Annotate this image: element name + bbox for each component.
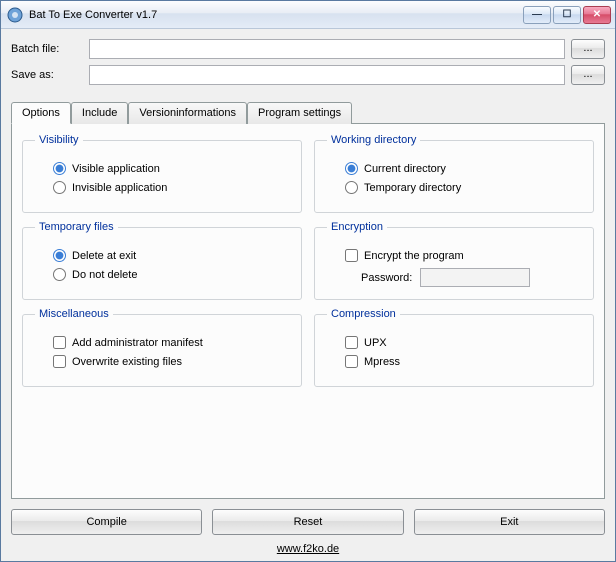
compile-button[interactable]: Compile [11, 509, 202, 535]
check-encrypt-label: Encrypt the program [364, 250, 464, 262]
radio-delete-exit[interactable] [53, 249, 66, 262]
tabstrip: Options Include Versioninformations Prog… [11, 101, 605, 123]
group-tempfiles: Temporary files Delete at exit Do not de… [22, 221, 302, 300]
radio-keep-row[interactable]: Do not delete [53, 268, 289, 281]
titlebar[interactable]: Bat To Exe Converter v1.7 — ☐ ✕ [1, 1, 615, 29]
radio-visible-label: Visible application [72, 163, 160, 175]
radio-delete-exit-label: Delete at exit [72, 250, 136, 262]
radio-invisible[interactable] [53, 181, 66, 194]
client-area: Batch file: ... Save as: ... Options Inc… [1, 29, 615, 561]
batch-file-input[interactable] [89, 39, 565, 59]
app-window: Bat To Exe Converter v1.7 — ☐ ✕ Batch fi… [0, 0, 616, 562]
group-visibility: Visibility Visible application Invisible… [22, 134, 302, 213]
tab-program-settings[interactable]: Program settings [247, 102, 352, 124]
check-encrypt[interactable] [345, 249, 358, 262]
check-mpress-label: Mpress [364, 356, 400, 368]
check-overwrite-row[interactable]: Overwrite existing files [53, 355, 289, 368]
legend-tempfiles: Temporary files [35, 221, 118, 233]
bottom-buttons: Compile Reset Exit [11, 509, 605, 535]
radio-visible[interactable] [53, 162, 66, 175]
legend-misc: Miscellaneous [35, 308, 113, 320]
tabpanel-options: Visibility Visible application Invisible… [11, 123, 605, 499]
legend-visibility: Visibility [35, 134, 83, 146]
check-admin-label: Add administrator manifest [72, 337, 203, 349]
footer: www.f2ko.de [11, 543, 605, 555]
check-overwrite[interactable] [53, 355, 66, 368]
group-workdir: Working directory Current directory Temp… [314, 134, 594, 213]
radio-invisible-label: Invisible application [72, 182, 167, 194]
exit-button[interactable]: Exit [414, 509, 605, 535]
tab-versioninfo[interactable]: Versioninformations [128, 102, 247, 124]
radio-visible-row[interactable]: Visible application [53, 162, 289, 175]
app-icon [7, 7, 23, 23]
batch-file-browse-button[interactable]: ... [571, 39, 605, 59]
legend-compression: Compression [327, 308, 400, 320]
check-mpress-row[interactable]: Mpress [345, 355, 581, 368]
minimize-icon: — [532, 10, 542, 20]
check-encrypt-row[interactable]: Encrypt the program [345, 249, 581, 262]
save-as-browse-button[interactable]: ... [571, 65, 605, 85]
radio-current-dir-row[interactable]: Current directory [345, 162, 581, 175]
check-upx-label: UPX [364, 337, 387, 349]
check-mpress[interactable] [345, 355, 358, 368]
batch-file-label: Batch file: [11, 43, 89, 55]
tab-options[interactable]: Options [11, 102, 71, 124]
check-admin[interactable] [53, 336, 66, 349]
legend-encryption: Encryption [327, 221, 387, 233]
legend-workdir: Working directory [327, 134, 420, 146]
save-as-label: Save as: [11, 69, 89, 81]
password-input[interactable] [420, 268, 530, 287]
check-upx-row[interactable]: UPX [345, 336, 581, 349]
minimize-button[interactable]: — [523, 6, 551, 24]
check-upx[interactable] [345, 336, 358, 349]
radio-invisible-row[interactable]: Invisible application [53, 181, 289, 194]
radio-delete-exit-row[interactable]: Delete at exit [53, 249, 289, 262]
check-admin-row[interactable]: Add administrator manifest [53, 336, 289, 349]
group-misc: Miscellaneous Add administrator manifest… [22, 308, 302, 387]
maximize-icon: ☐ [563, 10, 572, 20]
group-encryption: Encryption Encrypt the program Password: [314, 221, 594, 300]
window-title: Bat To Exe Converter v1.7 [29, 9, 523, 21]
check-overwrite-label: Overwrite existing files [72, 356, 182, 368]
window-controls: — ☐ ✕ [523, 6, 611, 24]
tab-include[interactable]: Include [71, 102, 128, 124]
radio-temp-dir-label: Temporary directory [364, 182, 461, 194]
close-button[interactable]: ✕ [583, 6, 611, 24]
save-as-input[interactable] [89, 65, 565, 85]
password-row: Password: [361, 268, 581, 287]
save-as-row: Save as: ... [11, 65, 605, 85]
footer-link[interactable]: www.f2ko.de [277, 543, 339, 555]
radio-current-dir-label: Current directory [364, 163, 446, 175]
radio-keep[interactable] [53, 268, 66, 281]
radio-keep-label: Do not delete [72, 269, 137, 281]
password-label: Password: [361, 272, 412, 284]
radio-current-dir[interactable] [345, 162, 358, 175]
maximize-button[interactable]: ☐ [553, 6, 581, 24]
radio-temp-dir[interactable] [345, 181, 358, 194]
batch-file-row: Batch file: ... [11, 39, 605, 59]
reset-button[interactable]: Reset [212, 509, 403, 535]
radio-temp-dir-row[interactable]: Temporary directory [345, 181, 581, 194]
group-compression: Compression UPX Mpress [314, 308, 594, 387]
close-icon: ✕ [593, 10, 601, 20]
